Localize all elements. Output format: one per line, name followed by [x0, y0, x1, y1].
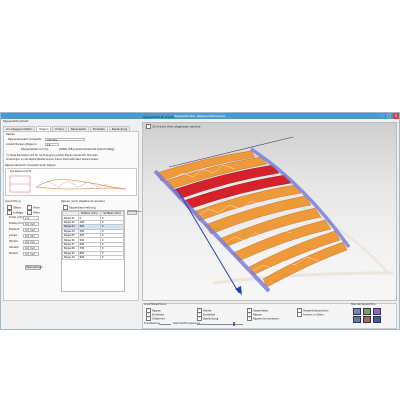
- view-top-icon[interactable]: [363, 308, 371, 315]
- preview-title: Rippenübersicht (Auswahl einer Rippe): [5, 164, 56, 167]
- standard-views-title: Standardansichten: [351, 303, 376, 306]
- option-checkbox[interactable]: ✓: [146, 316, 151, 321]
- param-list: Dicke (mm) 1.5 Breite (mm) 0.0 mm Breite…: [5, 216, 57, 266]
- rib-table[interactable]: Position (mm) Sichtbar (mm) Rippe 01 0 0 R…: [61, 210, 125, 292]
- param-label: Breite B: [9, 228, 20, 231]
- view-side-icon[interactable]: [373, 308, 381, 315]
- group-title: Rippeneditor/Arbeit: [3, 120, 29, 123]
- param-label: Winkel: [9, 240, 18, 243]
- table-row[interactable]: Rippe 10 900 0: [62, 254, 124, 261]
- close-button[interactable]: ×: [393, 113, 399, 119]
- param-field[interactable]: 0.0 mm: [23, 246, 39, 250]
- minimize-button[interactable]: –: [379, 113, 385, 119]
- options-title: Ansichtsoptionen: [144, 303, 167, 306]
- anzahl-label: Anzahl Rippen (Rippen): [6, 143, 37, 146]
- rib-preview-panel[interactable]: Alle Rippenansicht: [5, 168, 137, 196]
- rippenauswahl-label: Rippenauswahl (Auswahl): [8, 138, 42, 141]
- auflage-row[interactable]: ✓ Auflage: [7, 210, 23, 215]
- option-row[interactable]: ✓ Beplankung: [197, 316, 218, 321]
- auflage-checkbox[interactable]: ✓: [7, 210, 12, 215]
- param-label: Winkel: [9, 252, 18, 255]
- param-label: Länge: [9, 234, 17, 237]
- rippenauswahl-field[interactable]: Aktuelle: [45, 137, 85, 142]
- slider1-label: Transparenz: [144, 322, 160, 325]
- window-title: Rippenfenster (Rippendatenbank): [174, 114, 226, 118]
- window-titlebar: Rippenfenster (Rippendatenbank): [1, 113, 399, 119]
- view-bottom-icon[interactable]: [373, 316, 381, 323]
- param-field[interactable]: 0.0 mm: [23, 228, 39, 232]
- table-cell: Rippe 10: [62, 254, 79, 261]
- view-front-icon[interactable]: [353, 308, 361, 315]
- gamma-slider-handle[interactable]: [233, 322, 235, 326]
- option-checkbox[interactable]: [297, 312, 302, 317]
- table-cell[interactable]: 900: [77, 254, 101, 261]
- param-field[interactable]: 1.5: [23, 216, 39, 220]
- application-window: Rippenfenster (Rippendatenbank) – □ × Ri…: [0, 112, 400, 330]
- wing-3d-model: [153, 136, 394, 295]
- profil-title: Ausrichtung: [5, 200, 21, 203]
- anzahl-field[interactable]: 14: [45, 142, 59, 147]
- standard-view-buttons: [353, 308, 393, 324]
- reset-button[interactable]: Zurücksetzen: [127, 210, 142, 215]
- slider2-label: Gamma/Transparenz: [173, 322, 200, 325]
- info-line-2: Änderungen an der Rippentabelle können d…: [6, 157, 99, 161]
- view-back-icon[interactable]: [363, 316, 371, 323]
- option-checkbox[interactable]: ✓: [197, 316, 202, 321]
- param-field[interactable]: 0.0 mm: [23, 240, 39, 244]
- param-field[interactable]: 0.0 mm: [23, 234, 39, 238]
- abstand-value: [WING-RIB] (Abstand/Verteilt Gleichmäßig…: [59, 148, 115, 151]
- option-row[interactable]: ✓ Rippendurchmesser: [247, 316, 279, 321]
- view-iso-icon[interactable]: [353, 316, 361, 323]
- table-title: Rippen (auch abgetrennt werden): [61, 200, 105, 203]
- option-checkbox[interactable]: ✓: [247, 316, 252, 321]
- rib-frames: [156, 150, 348, 288]
- apply-button[interactable]: Übernehmen: [25, 265, 43, 270]
- auflage-value-row[interactable]: Höhe: [27, 210, 40, 215]
- table-cell[interactable]: 0: [99, 254, 124, 261]
- maximize-button[interactable]: □: [386, 113, 392, 119]
- abstand-label: Rippenabstand (mm): [21, 148, 49, 151]
- option-row[interactable]: Achsen in Gitter: [297, 312, 324, 317]
- transparency-slider[interactable]: [159, 323, 171, 325]
- wing-3d-viewport[interactable]: ✓ 3D Ansicht (Auto abgerissen werden): [142, 122, 397, 301]
- view-title: Rippenansicht 3D Ansicht: [143, 116, 174, 119]
- rib-preview-drawing: [9, 175, 127, 193]
- section-rippen-label: Rippen: [6, 133, 16, 136]
- auflage-value-checkbox[interactable]: [27, 210, 32, 215]
- param-field[interactable]: 0.0 mm: [23, 252, 39, 256]
- gamma-slider[interactable]: [197, 323, 243, 325]
- param-label: Dicke (mm): [9, 216, 25, 219]
- param-field[interactable]: 0.0 mm: [23, 222, 39, 226]
- option-row[interactable]: ✓ Gitterlinie: [146, 316, 165, 321]
- param-label: Versatz: [9, 246, 19, 249]
